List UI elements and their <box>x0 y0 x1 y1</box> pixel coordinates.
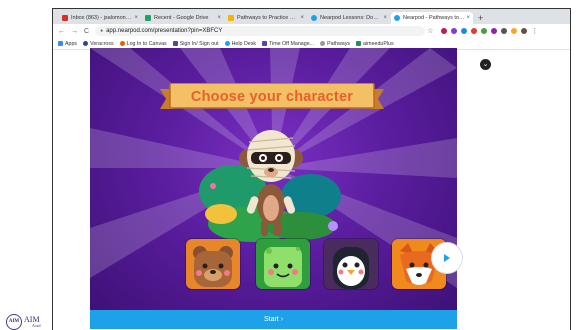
bookmark-label: Pathways <box>327 40 351 47</box>
tab-pathways-webinar[interactable]: Pathways to Practice Webinar × <box>225 12 307 24</box>
nearpod-icon <box>311 15 317 21</box>
extension-icon[interactable] <box>511 28 518 34</box>
bookmark-aimeedu[interactable]: aimeeduPlus <box>356 41 394 47</box>
canvas-icon <box>119 41 125 46</box>
extension-icon[interactable] <box>501 28 508 34</box>
reload-button[interactable]: C <box>84 28 89 35</box>
pathways-icon <box>320 41 326 46</box>
tab-google-drive[interactable]: Recent - Google Drive × <box>142 12 224 24</box>
slide-title: Choose your character <box>190 89 354 105</box>
bookmark-label: Log In to Canvas <box>126 40 167 47</box>
veracross-icon <box>83 41 89 46</box>
menu-icon[interactable]: ⋮ <box>531 27 538 35</box>
tab-label: Recent - Google Drive <box>154 15 209 21</box>
character-option-bear[interactable] <box>186 239 240 289</box>
aim-logo-subtext: Acad <box>32 323 41 328</box>
url-text: app.nearpod.com/presentation?pin=XBFCY <box>106 28 223 34</box>
help-desk-icon <box>224 41 230 46</box>
extension-icon[interactable] <box>451 28 458 34</box>
next-character-button[interactable] <box>432 243 462 273</box>
mummy-character-illustration <box>199 130 341 242</box>
aim-logo: AIM AIM Acad <box>0 313 70 330</box>
bookmark-label: Apps <box>65 40 78 47</box>
close-icon[interactable]: × <box>466 15 470 21</box>
bookmark-veracross[interactable]: Veracross <box>83 41 114 47</box>
start-button[interactable]: Start › <box>90 310 457 329</box>
bookmark-label: Help Desk <box>231 40 257 47</box>
aim-seal-icon: AIM <box>6 314 22 330</box>
aimeedu-icon <box>356 41 362 46</box>
chevron-down-icon[interactable]: ⌄ <box>480 59 491 70</box>
signin-icon <box>172 41 178 46</box>
bookmark-label: Time Off Manage... <box>269 40 315 47</box>
nearpod-slide: Choose your character <box>90 48 457 321</box>
apps-grid-icon <box>58 41 63 46</box>
bookmark-help-desk[interactable]: Help Desk <box>224 40 257 47</box>
tab-nearpod-pathways[interactable]: Nearpod - Pathways to Practice × <box>391 12 473 24</box>
extension-icon[interactable] <box>471 28 478 34</box>
slides-icon <box>228 15 234 21</box>
profile-icon[interactable] <box>521 28 528 34</box>
bookmark-canvas[interactable]: Log In to Canvas <box>119 40 167 47</box>
bookmark-sign-in[interactable]: Sign In/ Sign out <box>172 40 219 47</box>
forward-button[interactable]: → <box>71 28 78 35</box>
bookmark-pathways[interactable]: Pathways <box>320 41 350 47</box>
character-option-penguin[interactable] <box>324 239 378 289</box>
play-arrow-icon <box>444 254 450 262</box>
gmail-icon <box>62 15 68 21</box>
extension-icons: ⋮ <box>441 27 538 35</box>
drive-icon <box>145 15 151 21</box>
bookmark-apps[interactable]: Apps <box>58 41 77 47</box>
lock-icon: ● <box>100 28 104 34</box>
tab-label: Inbox (863) - jsalomone@iam-... <box>71 15 132 21</box>
address-bar[interactable]: ● app.nearpod.com/presentation?pin=XBFCY <box>95 26 426 36</box>
bookmark-label: Veracross <box>90 40 114 47</box>
bookmark-label: Sign In/ Sign out <box>179 40 219 47</box>
extension-icon[interactable] <box>461 28 468 34</box>
bookmark-time-off[interactable]: Time Off Manage... <box>262 41 314 47</box>
tab-label: Pathways to Practice Webinar <box>237 15 299 21</box>
title-banner-text-wrap: Choose your character <box>160 83 384 111</box>
tab-nearpod-lessons[interactable]: Nearpod Lessons: Download ... × <box>308 12 390 24</box>
back-button[interactable]: ← <box>58 28 65 35</box>
extension-icon[interactable] <box>481 28 488 34</box>
tab-label: Nearpod Lessons: Download ... <box>320 15 381 21</box>
close-icon[interactable]: × <box>134 15 138 21</box>
time-off-icon <box>262 41 268 46</box>
new-tab-button[interactable]: + <box>478 12 483 24</box>
character-option-alien[interactable] <box>256 239 310 289</box>
close-icon[interactable]: × <box>217 15 221 21</box>
close-icon[interactable]: × <box>300 15 304 21</box>
tab-label: Nearpod - Pathways to Practice <box>403 15 465 21</box>
tab-gmail[interactable]: Inbox (863) - jsalomone@iam-... × <box>59 12 141 24</box>
extension-icon[interactable] <box>441 28 448 34</box>
bookmark-label: aimeeduPlus <box>363 40 394 47</box>
close-icon[interactable]: × <box>383 15 387 21</box>
extension-icon[interactable] <box>491 28 498 34</box>
nearpod-icon <box>394 15 400 21</box>
bookmark-star-icon[interactable]: ☆ <box>427 27 433 35</box>
address-toolbar: ← → C ● app.nearpod.com/presentation?pin… <box>53 24 570 38</box>
tab-strip: Inbox (863) - jsalomone@iam-... × Recent… <box>53 9 570 24</box>
